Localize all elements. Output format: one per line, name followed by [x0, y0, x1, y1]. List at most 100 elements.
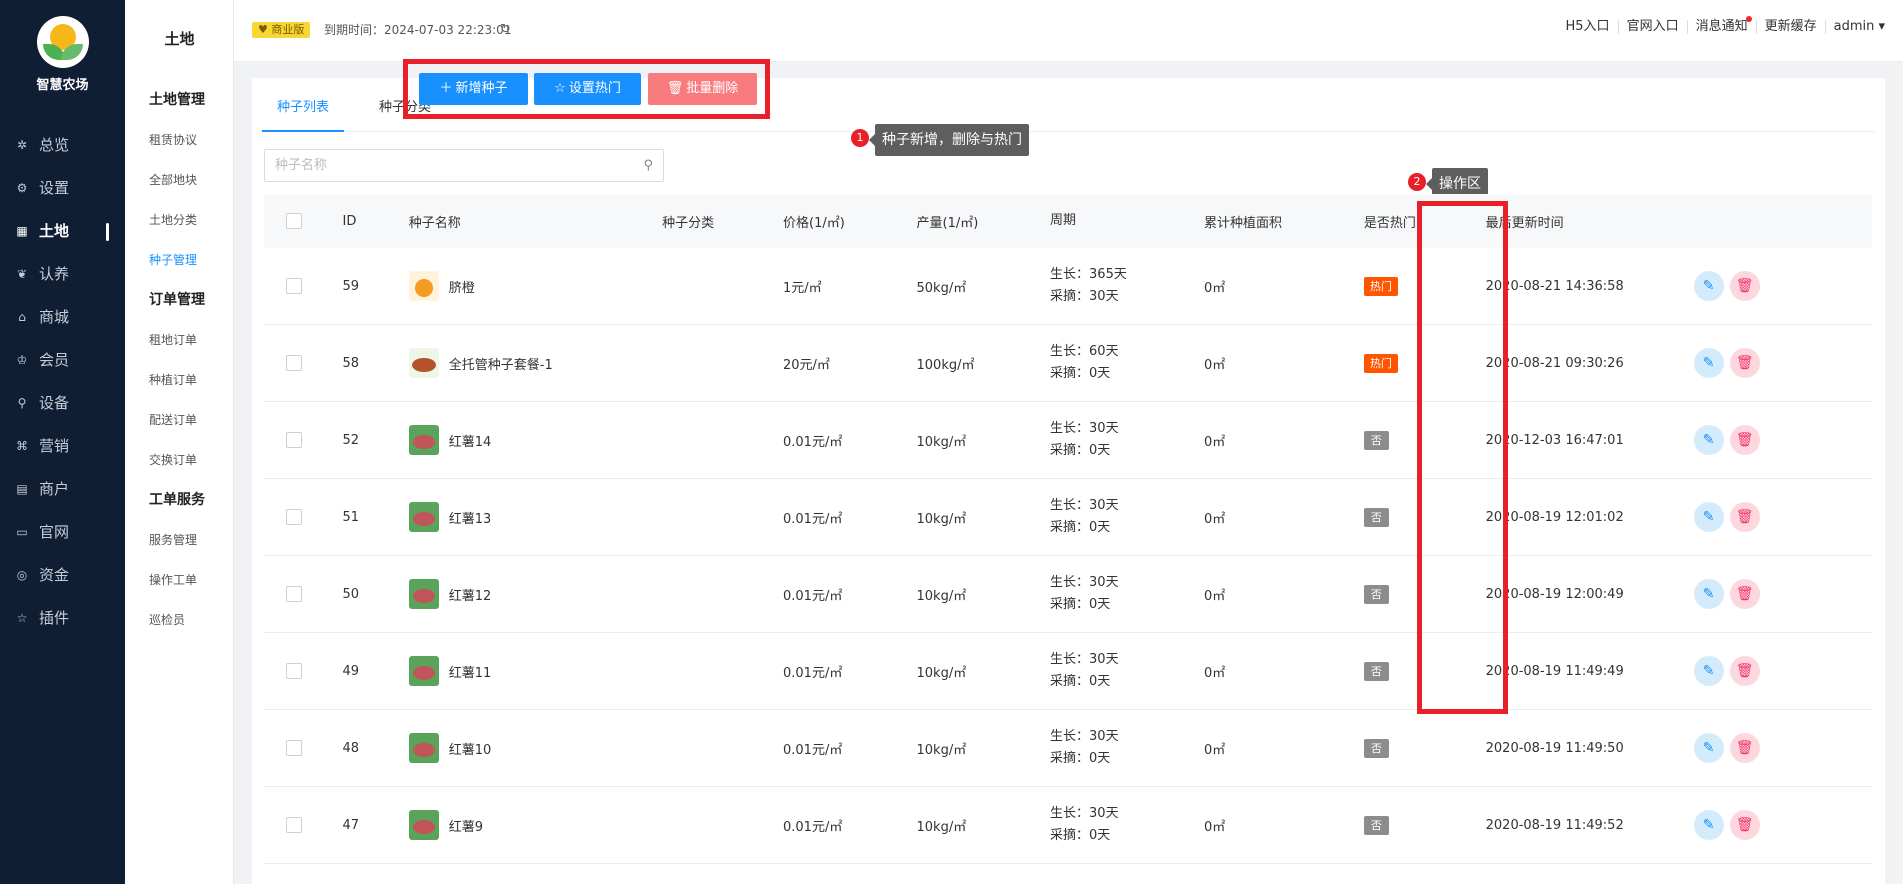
- edit-icon[interactable]: ✎: [1693, 502, 1724, 532]
- cell-name: 全托管种子套餐-1: [408, 348, 662, 378]
- nav-item-label: 营销: [39, 437, 70, 455]
- nav-item-7[interactable]: ⌘ 营销: [0, 425, 125, 468]
- header-name: 种子名称: [408, 215, 461, 231]
- top-link-3[interactable]: 更新缓存: [1755, 20, 1825, 34]
- row-checkbox[interactable]: [286, 509, 302, 525]
- top-link-1[interactable]: 官网入口: [1617, 20, 1687, 34]
- nav-item-2[interactable]: ▦ 土地: [0, 210, 125, 253]
- cycle-pick: 采摘：30天: [1050, 289, 1119, 304]
- edit-icon[interactable]: ✎: [1693, 348, 1724, 378]
- hot-badge: 否: [1363, 661, 1389, 681]
- logo[interactable]: 智慧农场: [0, 16, 125, 93]
- edit-icon[interactable]: ✎: [1693, 733, 1724, 763]
- row-checkbox[interactable]: [286, 740, 302, 756]
- sub-item[interactable]: 租地订单: [125, 320, 234, 360]
- sub-item[interactable]: 巡检员: [125, 600, 234, 640]
- delete-icon[interactable]: 🗑: [1729, 348, 1760, 378]
- sub-item[interactable]: 种植订单: [125, 360, 234, 400]
- delete-icon[interactable]: 🗑: [1729, 579, 1760, 609]
- select-all-checkbox[interactable]: [286, 213, 302, 229]
- seed-search-box: ⚲: [264, 149, 664, 182]
- cell-yield: 10kg/㎡: [916, 742, 967, 758]
- seed-thumbnail: [408, 271, 439, 301]
- edit-icon[interactable]: ✎: [1693, 271, 1724, 301]
- delete-icon[interactable]: 🗑: [1729, 656, 1760, 686]
- edit-icon[interactable]: ✎: [1693, 579, 1724, 609]
- refresh-icon[interactable]: ↻: [500, 22, 511, 37]
- row-checkbox-cell: [264, 817, 343, 833]
- row-checkbox[interactable]: [286, 278, 302, 294]
- top-links: H5入口 官网入口 消息通知 更新缓存 admin ▾: [1558, 16, 1893, 34]
- cell-time: 2020-08-19 11:49:50: [1485, 740, 1624, 756]
- row-checkbox-cell: [264, 432, 343, 448]
- marketing-icon: ⌘: [16, 439, 28, 453]
- merchant-icon: ▤: [16, 482, 28, 496]
- batch-delete-button[interactable]: 🗑 批量删除: [648, 73, 757, 105]
- cell-id: 49: [342, 663, 360, 679]
- nav-item-5[interactable]: ♔ 会员: [0, 339, 125, 382]
- top-link-2[interactable]: 消息通知: [1686, 16, 1756, 34]
- nav-item-6[interactable]: ⚲ 设备: [0, 382, 125, 425]
- header-id[interactable]: ID: [343, 214, 409, 229]
- sub-item[interactable]: 服务管理: [125, 520, 234, 560]
- sub-sidebar: 土地 土地管理 租赁协议 全部地块 土地分类 种子管理 订单管理 租地订单 种植订单 配送订单交…: [125, 0, 234, 884]
- sub-item[interactable]: 租赁协议: [125, 120, 234, 160]
- search-icon[interactable]: ⚲: [643, 158, 653, 173]
- top-link-0[interactable]: H5入口: [1558, 20, 1618, 34]
- table-row: 49 红薯11 0.01元/㎡ 10kg/㎡ 生长：30天 采摘：0天 0㎡否 2020-08…: [264, 633, 1872, 710]
- sub-item[interactable]: 交换订单: [125, 440, 234, 480]
- delete-icon[interactable]: 🗑: [1729, 502, 1760, 532]
- nav-item-8[interactable]: ▤ 商户: [0, 468, 125, 511]
- header-category: 种子分类: [662, 215, 715, 231]
- nav-item-9[interactable]: ▭ 官网: [0, 511, 125, 554]
- nav-item-10[interactable]: ◎ 资金: [0, 554, 125, 597]
- cell-price: 0.01元/㎡: [783, 511, 843, 527]
- cell-yield: 10kg/㎡: [916, 434, 967, 450]
- sub-item[interactable]: 配送订单: [125, 400, 234, 440]
- seed-name: 红薯11: [448, 665, 492, 681]
- delete-icon[interactable]: 🗑: [1729, 425, 1760, 455]
- tab-0[interactable]: 种子列表: [262, 96, 345, 132]
- add-seed-button[interactable]: ＋新增种子: [419, 73, 528, 105]
- cell-price: 0.01元/㎡: [783, 819, 843, 835]
- nav-item-0[interactable]: ✲ 总览: [0, 124, 125, 167]
- cell-area: 0㎡: [1204, 742, 1226, 758]
- cycle-grow: 生长：30天: [1050, 421, 1119, 436]
- delete-icon[interactable]: 🗑: [1729, 810, 1760, 840]
- cell-name: 红薯13: [408, 502, 662, 532]
- seed-search-input[interactable]: [265, 150, 625, 181]
- cell-cycle: 生长：30天 采摘：0天: [1050, 495, 1204, 539]
- row-checkbox[interactable]: [286, 817, 302, 833]
- sub-item[interactable]: 全部地块: [125, 160, 234, 200]
- cell-id: 58: [342, 355, 360, 371]
- edit-icon[interactable]: ✎: [1693, 656, 1724, 686]
- nav-item-1[interactable]: ⚙ 设置: [0, 167, 125, 210]
- nav-item-3[interactable]: ❦ 认养: [0, 253, 125, 296]
- row-checkbox[interactable]: [286, 663, 302, 679]
- sub-item[interactable]: 种子管理: [125, 240, 234, 280]
- row-checkbox[interactable]: [286, 355, 302, 371]
- nav-item-4[interactable]: ⌂ 商城: [0, 296, 125, 339]
- nav-item-label: 会员: [39, 351, 70, 369]
- edit-icon[interactable]: ✎: [1693, 810, 1724, 840]
- nav-item-label: 官网: [39, 523, 70, 541]
- nav-item-label: 插件: [39, 609, 70, 627]
- cycle-pick: 采摘：0天: [1050, 751, 1111, 766]
- page-scrollbar[interactable]: [1893, 62, 1903, 884]
- delete-icon[interactable]: 🗑: [1729, 271, 1760, 301]
- sub-item[interactable]: 操作工单: [125, 560, 234, 600]
- nav-item-11[interactable]: ☆ 插件: [0, 597, 125, 640]
- cell-ops: ✎ 🗑: [1677, 425, 1872, 455]
- row-checkbox[interactable]: [286, 432, 302, 448]
- active-indicator: [106, 223, 109, 241]
- edit-icon[interactable]: ✎: [1693, 425, 1724, 455]
- set-hot-button[interactable]: ☆ 设置热门: [534, 73, 641, 105]
- seed-thumbnail: [408, 502, 439, 532]
- top-link-4[interactable]: admin ▾: [1824, 20, 1893, 34]
- sub-item[interactable]: 土地分类: [125, 200, 234, 240]
- header-price: 价格(1/㎡): [783, 215, 845, 231]
- hot-badge: 否: [1363, 815, 1389, 835]
- row-checkbox[interactable]: [286, 586, 302, 602]
- seed-name: 脐橙: [448, 280, 475, 296]
- delete-icon[interactable]: 🗑: [1729, 733, 1760, 763]
